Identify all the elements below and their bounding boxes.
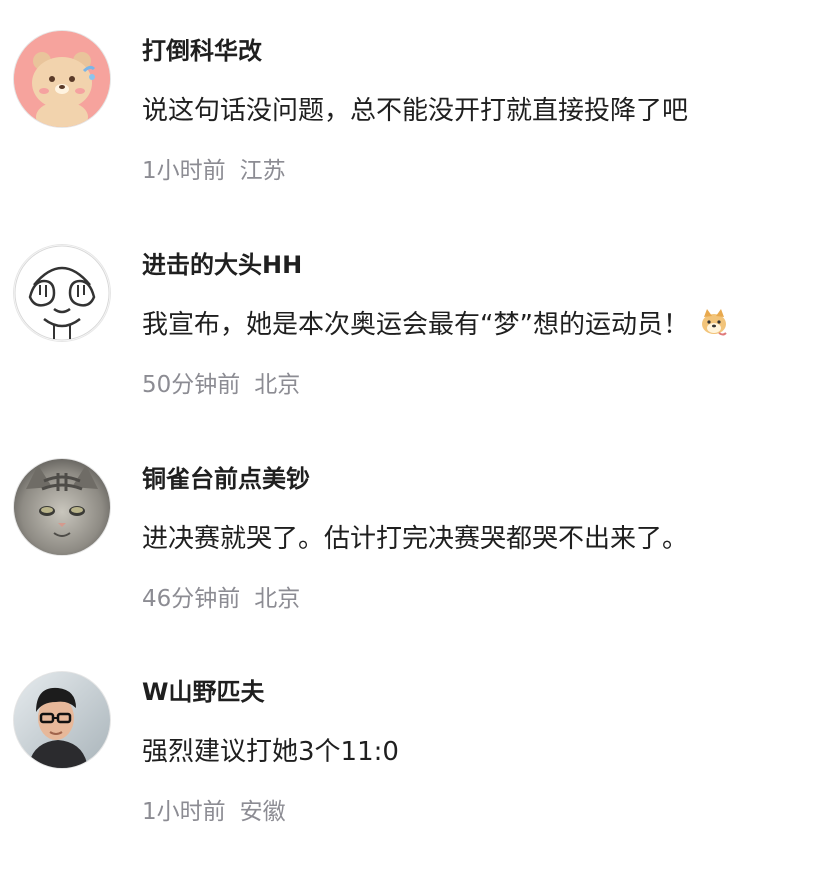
comment-time: 46分钟前 [142, 586, 241, 612]
doge-emoji-icon [699, 307, 729, 337]
comment-text: 我宣布，她是本次奥运会最有“梦”想的运动员！ [142, 307, 729, 343]
comment-text-body: 我宣布，她是本次奥运会最有“梦”想的运动员！ [142, 310, 689, 340]
username[interactable]: 进击的大头HH [142, 249, 302, 281]
comment-text: 说这句话没问题，总不能没开打就直接投降了吧 [142, 96, 689, 126]
comment-text: 强烈建议打她3个11:0 [142, 737, 399, 767]
comment-location: 安徽 [239, 799, 286, 825]
username[interactable]: W山野匹夫 [142, 676, 264, 708]
comment-item: 铜雀台前点美钞 进决赛就哭了。估计打完决赛哭都哭不出来了。 46分钟前 北京 [0, 459, 834, 659]
covering-eyes-cartoon-avatar-icon[interactable] [14, 245, 110, 341]
man-with-glasses-avatar-icon[interactable] [14, 672, 110, 768]
comment-meta: 46分钟前 北京 [142, 583, 300, 615]
comment-time: 50分钟前 [142, 372, 241, 398]
comment-meta: 1小时前 江苏 [142, 155, 286, 187]
comment-location: 北京 [254, 372, 301, 398]
comment-time: 1小时前 [142, 158, 226, 184]
comment-item: 打倒科华改 说这句话没问题，总不能没开打就直接投降了吧 1小时前 江苏 [0, 31, 834, 231]
comment-meta: 50分钟前 北京 [142, 369, 300, 401]
comment-item: W山野匹夫 强烈建议打她3个11:0 1小时前 安徽 [0, 672, 834, 872]
cartoon-bear-avatar-icon[interactable] [14, 31, 110, 127]
username[interactable]: 打倒科华改 [142, 35, 262, 67]
comment-time: 1小时前 [142, 799, 226, 825]
username[interactable]: 铜雀台前点美钞 [142, 463, 310, 495]
comment-text: 进决赛就哭了。估计打完决赛哭都哭不出来了。 [142, 524, 689, 554]
tabby-cat-avatar-icon[interactable] [14, 459, 110, 555]
comment-meta: 1小时前 安徽 [142, 796, 286, 828]
comment-item: 进击的大头HH 我宣布，她是本次奥运会最有“梦”想的运动员！ 50分钟前 北京 [0, 245, 834, 445]
comment-location: 江苏 [239, 158, 286, 184]
comment-location: 北京 [254, 586, 301, 612]
